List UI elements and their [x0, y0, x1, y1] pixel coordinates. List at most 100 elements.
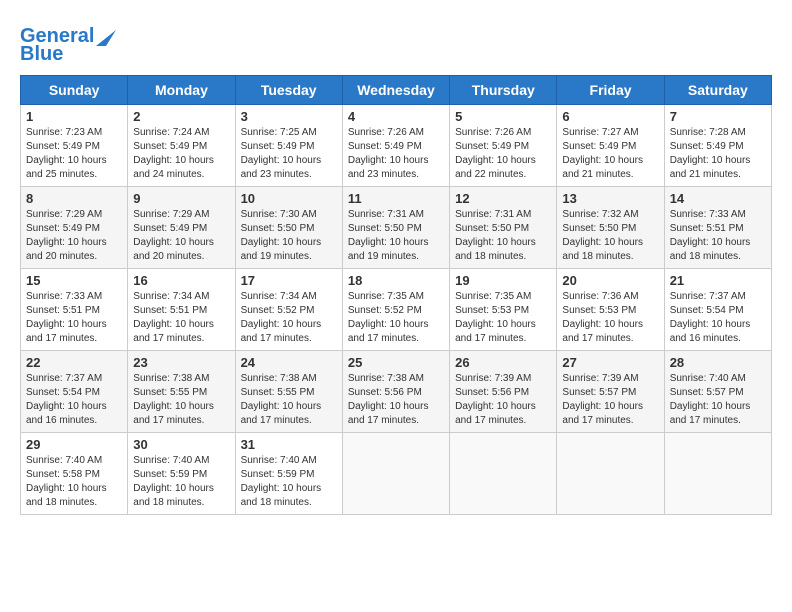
day-number: 16: [133, 273, 229, 288]
day-header-friday: Friday: [557, 76, 664, 105]
calendar-cell: 18Sunrise: 7:35 AM Sunset: 5:52 PM Dayli…: [342, 269, 449, 351]
day-header-sunday: Sunday: [21, 76, 128, 105]
day-info: Sunrise: 7:33 AM Sunset: 5:51 PM Dayligh…: [26, 290, 122, 346]
day-number: 5: [455, 109, 551, 124]
calendar-cell: 3 Sunrise: 7:25 AM Sunset: 5:49 PM Daylig…: [235, 105, 342, 187]
day-number: 12: [455, 191, 551, 206]
day-info: Sunrise: 7:29 AM Sunset: 5:49 PM Dayligh…: [133, 208, 229, 264]
day-number: 30: [133, 437, 229, 452]
day-header-wednesday: Wednesday: [342, 76, 449, 105]
day-number: 3: [241, 109, 337, 124]
day-number: 21: [670, 273, 766, 288]
calendar-week-row: 1Sunrise: 7:23 AM Sunset: 5:49 PM Daylig…: [21, 105, 772, 187]
day-number: 24: [241, 355, 337, 370]
day-info: Sunrise: 7:29 AM Sunset: 5:49 PM Dayligh…: [26, 208, 122, 264]
day-number: 23: [133, 355, 229, 370]
day-header-monday: Monday: [128, 76, 235, 105]
day-info: Sunrise: 7:28 AM Sunset: 5:49 PM Dayligh…: [670, 126, 766, 182]
calendar-cell: 31 Sunrise: 7:40 AM Sunset: 5:59 PM Dayli…: [235, 433, 342, 515]
calendar-week-row: 22 Sunrise: 7:37 AM Sunset: 5:54 PM Dayli…: [21, 351, 772, 433]
day-number: 4: [348, 109, 444, 124]
day-number: 9: [133, 191, 229, 206]
day-info: Sunrise: 7:40 AM Sunset: 5:58 PM Dayligh…: [26, 454, 122, 510]
day-info: Sunrise: 7:34 AM Sunset: 5:52 PM Dayligh…: [241, 290, 337, 346]
day-header-saturday: Saturday: [664, 76, 771, 105]
calendar-cell: 24 Sunrise: 7:38 AM Sunset: 5:55 PM Dayli…: [235, 351, 342, 433]
day-number: 28: [670, 355, 766, 370]
calendar-cell: [557, 433, 664, 515]
day-info: Sunrise: 7:26 AM Sunset: 5:49 PM Dayligh…: [455, 126, 551, 182]
day-info: Sunrise: 7:37 AM Sunset: 5:54 PM Dayligh…: [670, 290, 766, 346]
day-info: Sunrise: 7:25 AM Sunset: 5:49 PM Dayligh…: [241, 126, 337, 182]
day-number: 18: [348, 273, 444, 288]
day-info: Sunrise: 7:30 AM Sunset: 5:50 PM Dayligh…: [241, 208, 337, 264]
day-number: 22: [26, 355, 122, 370]
calendar-cell: [664, 433, 771, 515]
day-number: 14: [670, 191, 766, 206]
day-info: Sunrise: 7:26 AM Sunset: 5:49 PM Dayligh…: [348, 126, 444, 182]
calendar-cell: 28 Sunrise: 7:40 AM Sunset: 5:57 PM Dayli…: [664, 351, 771, 433]
calendar-cell: 1Sunrise: 7:23 AM Sunset: 5:49 PM Daylig…: [21, 105, 128, 187]
calendar-header-row: SundayMondayTuesdayWednesdayThursdayFrid…: [21, 76, 772, 105]
calendar-cell: 11Sunrise: 7:31 AM Sunset: 5:50 PM Dayli…: [342, 187, 449, 269]
logo-bird-icon: [96, 20, 116, 46]
calendar-cell: 23 Sunrise: 7:38 AM Sunset: 5:55 PM Dayli…: [128, 351, 235, 433]
calendar-cell: 19Sunrise: 7:35 AM Sunset: 5:53 PM Dayli…: [450, 269, 557, 351]
calendar-week-row: 15 Sunrise: 7:33 AM Sunset: 5:51 PM Dayli…: [21, 269, 772, 351]
calendar-cell: 26 Sunrise: 7:39 AM Sunset: 5:56 PM Dayli…: [450, 351, 557, 433]
day-header-thursday: Thursday: [450, 76, 557, 105]
calendar-cell: 13 Sunrise: 7:32 AM Sunset: 5:50 PM Dayli…: [557, 187, 664, 269]
calendar-cell: 21 Sunrise: 7:37 AM Sunset: 5:54 PM Dayli…: [664, 269, 771, 351]
day-info: Sunrise: 7:27 AM Sunset: 5:49 PM Dayligh…: [562, 126, 658, 182]
day-info: Sunrise: 7:32 AM Sunset: 5:50 PM Dayligh…: [562, 208, 658, 264]
calendar-cell: 16 Sunrise: 7:34 AM Sunset: 5:51 PM Dayli…: [128, 269, 235, 351]
day-number: 27: [562, 355, 658, 370]
day-number: 6: [562, 109, 658, 124]
day-number: 29: [26, 437, 122, 452]
day-number: 19: [455, 273, 551, 288]
day-info: Sunrise: 7:40 AM Sunset: 5:57 PM Dayligh…: [670, 372, 766, 428]
day-number: 1: [26, 109, 122, 124]
day-number: 2: [133, 109, 229, 124]
calendar-cell: 10 Sunrise: 7:30 AM Sunset: 5:50 PM Dayli…: [235, 187, 342, 269]
day-info: Sunrise: 7:34 AM Sunset: 5:51 PM Dayligh…: [133, 290, 229, 346]
day-number: 8: [26, 191, 122, 206]
day-number: 26: [455, 355, 551, 370]
day-info: Sunrise: 7:38 AM Sunset: 5:55 PM Dayligh…: [133, 372, 229, 428]
day-info: Sunrise: 7:38 AM Sunset: 5:55 PM Dayligh…: [241, 372, 337, 428]
calendar-cell: 17 Sunrise: 7:34 AM Sunset: 5:52 PM Dayli…: [235, 269, 342, 351]
day-info: Sunrise: 7:39 AM Sunset: 5:57 PM Dayligh…: [562, 372, 658, 428]
calendar-table: SundayMondayTuesdayWednesdayThursdayFrid…: [20, 75, 772, 515]
calendar-cell: 7Sunrise: 7:28 AM Sunset: 5:49 PM Daylig…: [664, 105, 771, 187]
day-number: 25: [348, 355, 444, 370]
day-info: Sunrise: 7:37 AM Sunset: 5:54 PM Dayligh…: [26, 372, 122, 428]
calendar-cell: 22 Sunrise: 7:37 AM Sunset: 5:54 PM Dayli…: [21, 351, 128, 433]
day-number: 15: [26, 273, 122, 288]
calendar-cell: 14 Sunrise: 7:33 AM Sunset: 5:51 PM Dayli…: [664, 187, 771, 269]
calendar-cell: 29 Sunrise: 7:40 AM Sunset: 5:58 PM Dayli…: [21, 433, 128, 515]
day-info: Sunrise: 7:24 AM Sunset: 5:49 PM Dayligh…: [133, 126, 229, 182]
header: General Blue: [20, 20, 772, 65]
day-info: Sunrise: 7:39 AM Sunset: 5:56 PM Dayligh…: [455, 372, 551, 428]
calendar-week-row: 8 Sunrise: 7:29 AM Sunset: 5:49 PM Daylig…: [21, 187, 772, 269]
logo-blue-text: Blue: [20, 43, 63, 65]
calendar-cell: 30Sunrise: 7:40 AM Sunset: 5:59 PM Dayli…: [128, 433, 235, 515]
day-header-tuesday: Tuesday: [235, 76, 342, 105]
day-number: 13: [562, 191, 658, 206]
calendar-cell: [342, 433, 449, 515]
day-info: Sunrise: 7:33 AM Sunset: 5:51 PM Dayligh…: [670, 208, 766, 264]
day-number: 10: [241, 191, 337, 206]
day-number: 31: [241, 437, 337, 452]
calendar-cell: [450, 433, 557, 515]
logo: General Blue: [20, 25, 116, 65]
day-number: 20: [562, 273, 658, 288]
day-number: 11: [348, 191, 444, 206]
calendar-cell: 2 Sunrise: 7:24 AM Sunset: 5:49 PM Daylig…: [128, 105, 235, 187]
calendar-cell: 8 Sunrise: 7:29 AM Sunset: 5:49 PM Daylig…: [21, 187, 128, 269]
calendar-cell: 20Sunrise: 7:36 AM Sunset: 5:53 PM Dayli…: [557, 269, 664, 351]
calendar-cell: 12Sunrise: 7:31 AM Sunset: 5:50 PM Dayli…: [450, 187, 557, 269]
day-info: Sunrise: 7:38 AM Sunset: 5:56 PM Dayligh…: [348, 372, 444, 428]
day-info: Sunrise: 7:40 AM Sunset: 5:59 PM Dayligh…: [241, 454, 337, 510]
day-number: 17: [241, 273, 337, 288]
calendar-week-row: 29 Sunrise: 7:40 AM Sunset: 5:58 PM Dayli…: [21, 433, 772, 515]
